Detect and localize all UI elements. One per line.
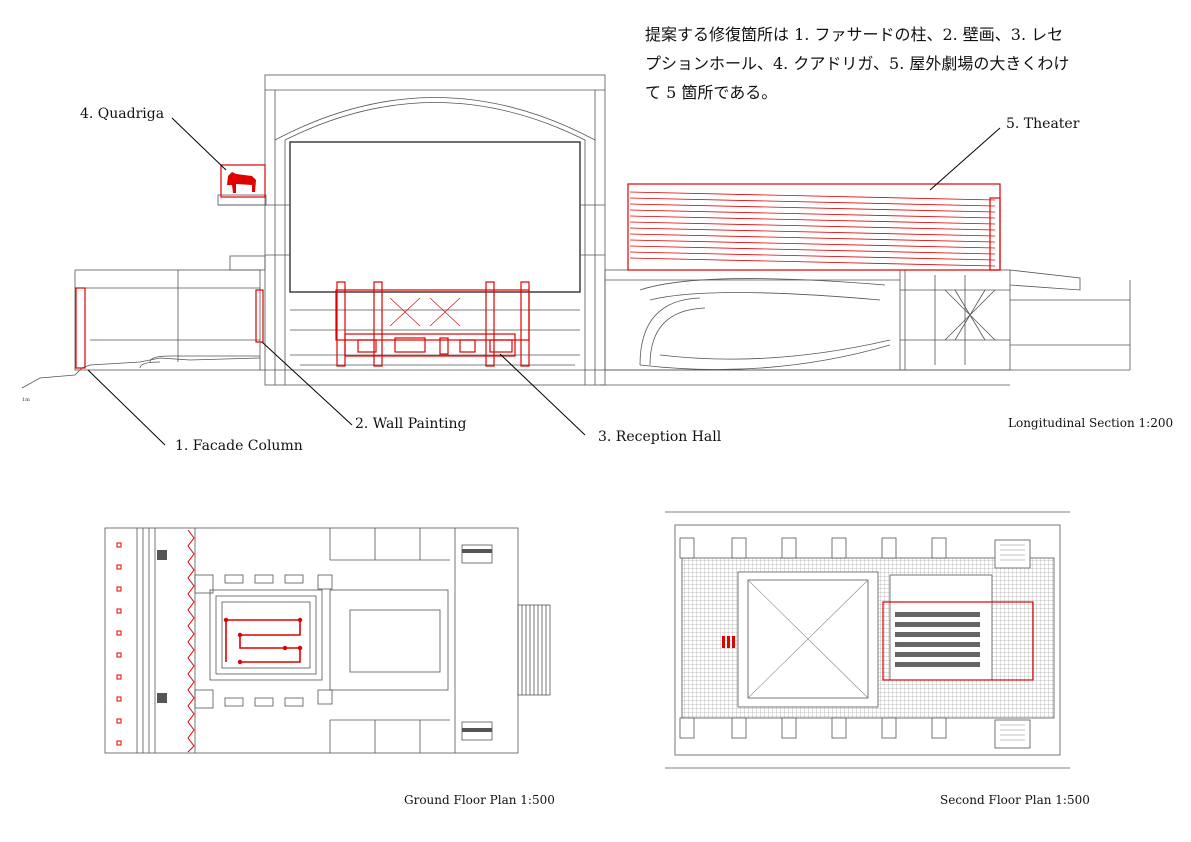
label-reception-hall: 3. Reception Hall — [598, 429, 722, 445]
label-facade-column: 1. Facade Column — [175, 438, 303, 454]
drawing-sheet: 提案する修復箇所は 1. ファサードの柱、2. 壁画、3. レセ プションホール… — [0, 0, 1191, 842]
label-theater: 5. Theater — [1006, 116, 1080, 132]
caption-second-plan: Second Floor Plan 1:500 — [940, 793, 1090, 807]
label-wall-painting: 2. Wall Painting — [355, 416, 467, 432]
caption-ground-plan: Ground Floor Plan 1:500 — [404, 793, 555, 807]
caption-section: Longitudinal Section 1:200 — [1008, 416, 1174, 430]
label-quadriga: 4. Quadriga — [80, 106, 165, 122]
